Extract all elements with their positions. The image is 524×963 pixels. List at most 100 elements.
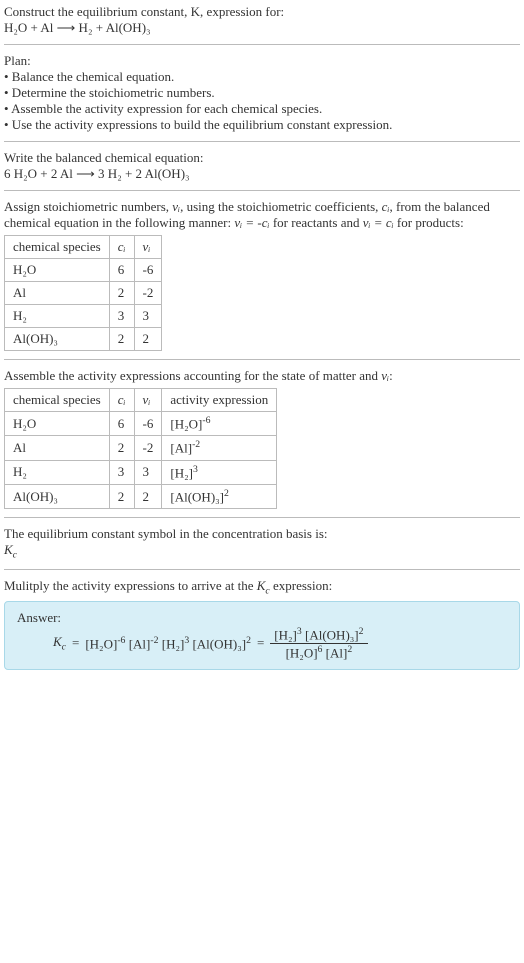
plan-section: Plan: • Balance the chemical equation. •… <box>4 53 520 133</box>
answer-product: [H₂O]-6 [Al]-2 [H₂]3 [Al(OH)₃]2 <box>85 635 251 652</box>
expr-base: [Al] <box>170 441 192 456</box>
cell-ci: 6 <box>109 259 134 282</box>
table-row: H₂O 6 -6 [H₂O]-6 <box>5 412 277 436</box>
expr-exp: 2 <box>224 488 229 499</box>
cell-ci: 2 <box>109 484 134 508</box>
k-symbol: K <box>4 542 13 557</box>
cell-activity: [H₂]3 <box>162 460 277 484</box>
table-row: Al(OH)₃ 2 2 <box>5 328 162 351</box>
expr-base: [H₂] <box>170 465 193 480</box>
expr-exp: -2 <box>192 439 200 450</box>
divider <box>4 359 520 360</box>
term-base: [Al(OH)₃] <box>192 636 246 651</box>
col-nu: νᵢ <box>134 236 162 259</box>
cell-nu: -2 <box>134 282 162 305</box>
cell-nu: 2 <box>134 484 162 508</box>
term-base: [Al(OH)₃] <box>305 627 359 642</box>
col-ci: cᵢ <box>109 236 134 259</box>
balanced-section: Write the balanced chemical equation: 6 … <box>4 150 520 182</box>
cell-species: Al(OH)₃ <box>5 328 110 351</box>
table-row: Al 2 -2 <box>5 282 162 305</box>
cell-ci: 2 <box>109 282 134 305</box>
balanced-equation: 6 H₂O + 2 Al ⟶ 3 H₂ + 2 Al(OH)₃ <box>4 166 520 182</box>
term-exp: 3 <box>297 626 302 637</box>
term-exp: 3 <box>184 635 189 646</box>
expr-base: [Al(OH)₃] <box>170 489 224 504</box>
cell-species: H₂ <box>5 460 110 484</box>
answer-fraction: [H₂]3 [Al(OH)₃]2 [H₂O]6 [Al]2 <box>270 626 367 662</box>
intro-section: Construct the equilibrium constant, K, e… <box>4 4 520 36</box>
symbol-heading: The equilibrium constant symbol in the c… <box>4 526 520 542</box>
cell-species: Al <box>5 436 110 460</box>
table-row: Al 2 -2 [Al]-2 <box>5 436 277 460</box>
activity-table: chemical species cᵢ νᵢ activity expressi… <box>4 388 277 509</box>
stoich-text: for reactants and <box>270 215 363 230</box>
plan-bullet: • Balance the chemical equation. <box>4 69 520 85</box>
table-header-row: chemical species cᵢ νᵢ activity expressi… <box>5 389 277 412</box>
intro-equation: H₂O + Al ⟶ H₂ + Al(OH)₃ <box>4 20 520 36</box>
table-row: H₂O 6 -6 <box>5 259 162 282</box>
plan-heading: Plan: <box>4 53 520 69</box>
col-activity: activity expression <box>162 389 277 412</box>
cell-activity: [Al]-2 <box>162 436 277 460</box>
balanced-heading: Write the balanced chemical equation: <box>4 150 520 166</box>
cell-activity: [H₂O]-6 <box>162 412 277 436</box>
cell-nu: 2 <box>134 328 162 351</box>
activity-text: Assemble the activity expressions accoun… <box>4 368 381 383</box>
multiply-heading: Mulitply the activity expressions to arr… <box>4 578 520 597</box>
divider <box>4 141 520 142</box>
expr-base: [H₂O] <box>170 416 202 431</box>
divider <box>4 44 520 45</box>
stoich-section: Assign stoichiometric numbers, νᵢ , using… <box>4 199 520 351</box>
relation: νᵢ = -cᵢ <box>234 215 269 230</box>
plan-bullet: • Assemble the activity expression for e… <box>4 101 520 117</box>
stoich-text: for products: <box>394 215 464 230</box>
table-row: H₂ 3 3 [H₂]3 <box>5 460 277 484</box>
cell-species: Al(OH)₃ <box>5 484 110 508</box>
term-base: [Al] <box>129 636 151 651</box>
answer-box: Answer: Kc = [H₂O]-6 [Al]-2 [H₂]3 [Al(OH… <box>4 601 520 671</box>
cell-nu: 3 <box>134 305 162 328</box>
term-base: [H₂] <box>274 627 297 642</box>
symbol-value: Kc <box>4 542 520 561</box>
plan-bullet: • Use the activity expressions to build … <box>4 117 520 133</box>
cell-nu: -6 <box>134 259 162 282</box>
equals: = <box>72 635 79 651</box>
ci-symbol: cᵢ <box>382 199 390 214</box>
relation: νᵢ = cᵢ <box>363 215 394 230</box>
nu-symbol: νᵢ <box>381 368 389 383</box>
multiply-text: Mulitply the activity expressions to arr… <box>4 578 257 593</box>
cell-species: H₂ <box>5 305 110 328</box>
cell-ci: 6 <box>109 412 134 436</box>
plan-bullet: • Determine the stoichiometric numbers. <box>4 85 520 101</box>
symbol-section: The equilibrium constant symbol in the c… <box>4 526 520 561</box>
multiply-section: Mulitply the activity expressions to arr… <box>4 578 520 670</box>
term-exp: 6 <box>318 644 323 655</box>
divider <box>4 569 520 570</box>
answer-label: Answer: <box>17 610 507 626</box>
stoich-heading: Assign stoichiometric numbers, νᵢ, using… <box>4 199 520 231</box>
term-exp: -2 <box>150 635 158 646</box>
activity-heading: Assemble the activity expressions accoun… <box>4 368 520 384</box>
expr-exp: 3 <box>193 464 198 475</box>
intro-text: Construct the equilibrium constant, K, e… <box>4 4 284 19</box>
activity-text: : <box>389 368 393 383</box>
cell-ci: 3 <box>109 305 134 328</box>
cell-nu: 3 <box>134 460 162 484</box>
stoich-text: Assign stoichiometric numbers, <box>4 199 172 214</box>
cell-ci: 2 <box>109 436 134 460</box>
k-symbol: K <box>53 634 62 649</box>
cell-species: H₂O <box>5 412 110 436</box>
divider <box>4 190 520 191</box>
divider <box>4 517 520 518</box>
cell-nu: -2 <box>134 436 162 460</box>
answer-lhs: Kc <box>53 634 66 653</box>
term-exp: -6 <box>117 635 125 646</box>
table-row: H₂ 3 3 <box>5 305 162 328</box>
col-species: chemical species <box>5 389 110 412</box>
stoich-text: , using the stoichiometric coefficients, <box>180 199 382 214</box>
stoich-table: chemical species cᵢ νᵢ H₂O 6 -6 Al 2 -2 … <box>4 235 162 351</box>
cell-nu: -6 <box>134 412 162 436</box>
cell-species: H₂O <box>5 259 110 282</box>
col-ci: cᵢ <box>109 389 134 412</box>
